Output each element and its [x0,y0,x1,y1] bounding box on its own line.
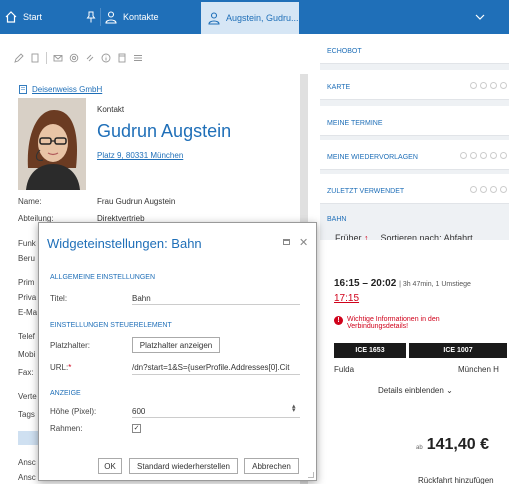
info-icon[interactable] [101,53,111,63]
height-input-underline [132,417,300,418]
contact-toolbar [14,50,143,66]
url-input-underline [132,374,300,375]
url-input[interactable]: /dn?start=1&S={userProfile.Addresses[0].… [132,363,300,372]
tab-bar: Start Kontakte Augstein, Gudru... [0,0,509,34]
frame-label: Rahmen: [50,424,83,433]
field-label-name: Name: [18,197,42,206]
required-marker: * [68,363,72,372]
close-icon[interactable]: ✕ [299,236,308,249]
cancel-button[interactable]: Abbrechen [244,458,299,474]
warning-message: ! Wichtige Informationen in den Verbindu… [334,316,484,330]
chevron-down-icon: ⌄ [446,386,453,395]
field-label-cutoff: E-Ma [18,308,38,317]
height-stepper-icon[interactable]: ▴ ▾ [292,403,296,414]
company-link[interactable]: Deisenweiss GmbH [18,84,102,94]
ok-button[interactable]: OK [98,458,122,474]
maximize-icon[interactable] [283,239,290,245]
section-display: ANZEIGE [50,390,81,397]
address-link[interactable]: Platz 9, 80331 München [97,151,183,160]
placeholder-label: Platzhalter: [50,341,91,350]
journey-time-value: 16:15 – 20:02 [334,278,397,289]
height-input[interactable]: 600 [132,407,145,416]
journey-alt-link[interactable]: 17:15 [334,293,359,304]
title-input[interactable]: Bahn [132,294,151,303]
show-placeholder-button[interactable]: Platzhalter anzeigen [132,337,220,353]
field-label-cutoff: Verte [18,392,37,401]
field-label-cutoff: Prim [18,278,35,287]
details-label: Details einblenden [378,386,444,395]
tab-contact-label: Augstein, Gudru... [226,13,299,23]
url-label-text: URL: [50,363,69,372]
tab-separator [100,8,101,26]
contact-type: Kontakt [97,105,125,114]
price-prefix: ab [416,445,423,451]
toolbar-divider [46,52,47,64]
train-badge: ICE 1007 [409,343,507,358]
tab-kontakte-label: Kontakte [123,12,159,22]
contact-name: Gudrun Augstein [97,121,232,141]
title-label: Titel: [50,294,68,303]
contact-photo [18,98,86,190]
field-label-cutoff: Priva [18,293,37,302]
dialog-title: Widgeteinstellungen: Bahn [47,236,202,251]
tab-contact-augstein[interactable]: Augstein, Gudru... [201,0,299,34]
chevron-down-icon[interactable] [475,13,485,21]
journey-time[interactable]: 16:15 – 20:02 | 3h 47min, 1 Umstiege [334,278,471,289]
bahn-result-content: 16:15 – 20:02 | 3h 47min, 1 Umstiege 17:… [320,34,509,484]
field-label-cutoff: Beru [18,254,35,263]
home-icon [5,11,17,23]
journey-meta: | 3h 47min, 1 Umstiege [399,281,471,288]
link-icon[interactable] [85,53,95,63]
section-toggle-button[interactable] [18,431,40,445]
warning-text: Wichtige Informationen in den Verbindung… [347,316,440,330]
person-icon [208,12,220,25]
field-label-cutoff: Tags [18,410,35,419]
building-icon [19,85,27,94]
warning-icon: ! [334,316,343,325]
mail-icon[interactable] [53,53,63,63]
section-general: ALLGEMEINE EINSTELLUNGEN [50,274,156,281]
frame-checkbox[interactable]: ✓ [132,424,141,433]
url-label: URL:* [50,363,71,372]
reset-defaults-button[interactable]: Standard wiederherstellen [129,458,238,474]
at-icon[interactable] [69,53,79,63]
add-return-button[interactable]: Rückfahrt hinzufügen [418,476,494,484]
price-value: 141,40 € [426,436,489,453]
resize-grip-icon[interactable] [308,472,314,478]
field-label-cutoff: Fax: [18,368,34,377]
tab-start[interactable]: Start [4,0,96,34]
tab-start-label: Start [23,12,43,22]
document-icon[interactable] [30,53,40,63]
copy-icon[interactable] [117,53,127,63]
edit-icon[interactable] [14,53,24,63]
title-input-underline [132,304,300,305]
destination-station: München H [458,365,499,374]
tab-kontakte[interactable]: Kontakte [104,0,200,34]
menu-icon[interactable] [133,53,143,63]
section-control: EINSTELLUNGEN STEUERELEMENT [50,322,172,329]
pin-icon[interactable] [86,11,96,23]
details-toggle[interactable]: Details einblenden ⌄ [378,386,453,395]
field-label-cutoff: Ansc [18,473,36,482]
field-label-cutoff: Ansc [18,458,36,467]
height-label: Höhe (Pixel): [50,407,97,416]
field-value-name: Frau Gudrun Augstein [97,197,176,206]
origin-station: Fulda [334,365,355,374]
company-name: Deisenweiss GmbH [32,84,103,94]
field-label-cutoff: Funk [18,239,36,248]
price: ab 141,40 € [416,436,489,454]
field-label-cutoff: Mobi [18,350,36,359]
field-label-cutoff: Telef [18,332,35,341]
person-photo-icon [18,98,86,190]
train-badge: ICE 1653 [334,343,406,358]
person-icon [105,11,117,24]
widget-settings-dialog: Widgeteinstellungen: Bahn ✕ ALLGEMEINE E… [38,222,317,481]
